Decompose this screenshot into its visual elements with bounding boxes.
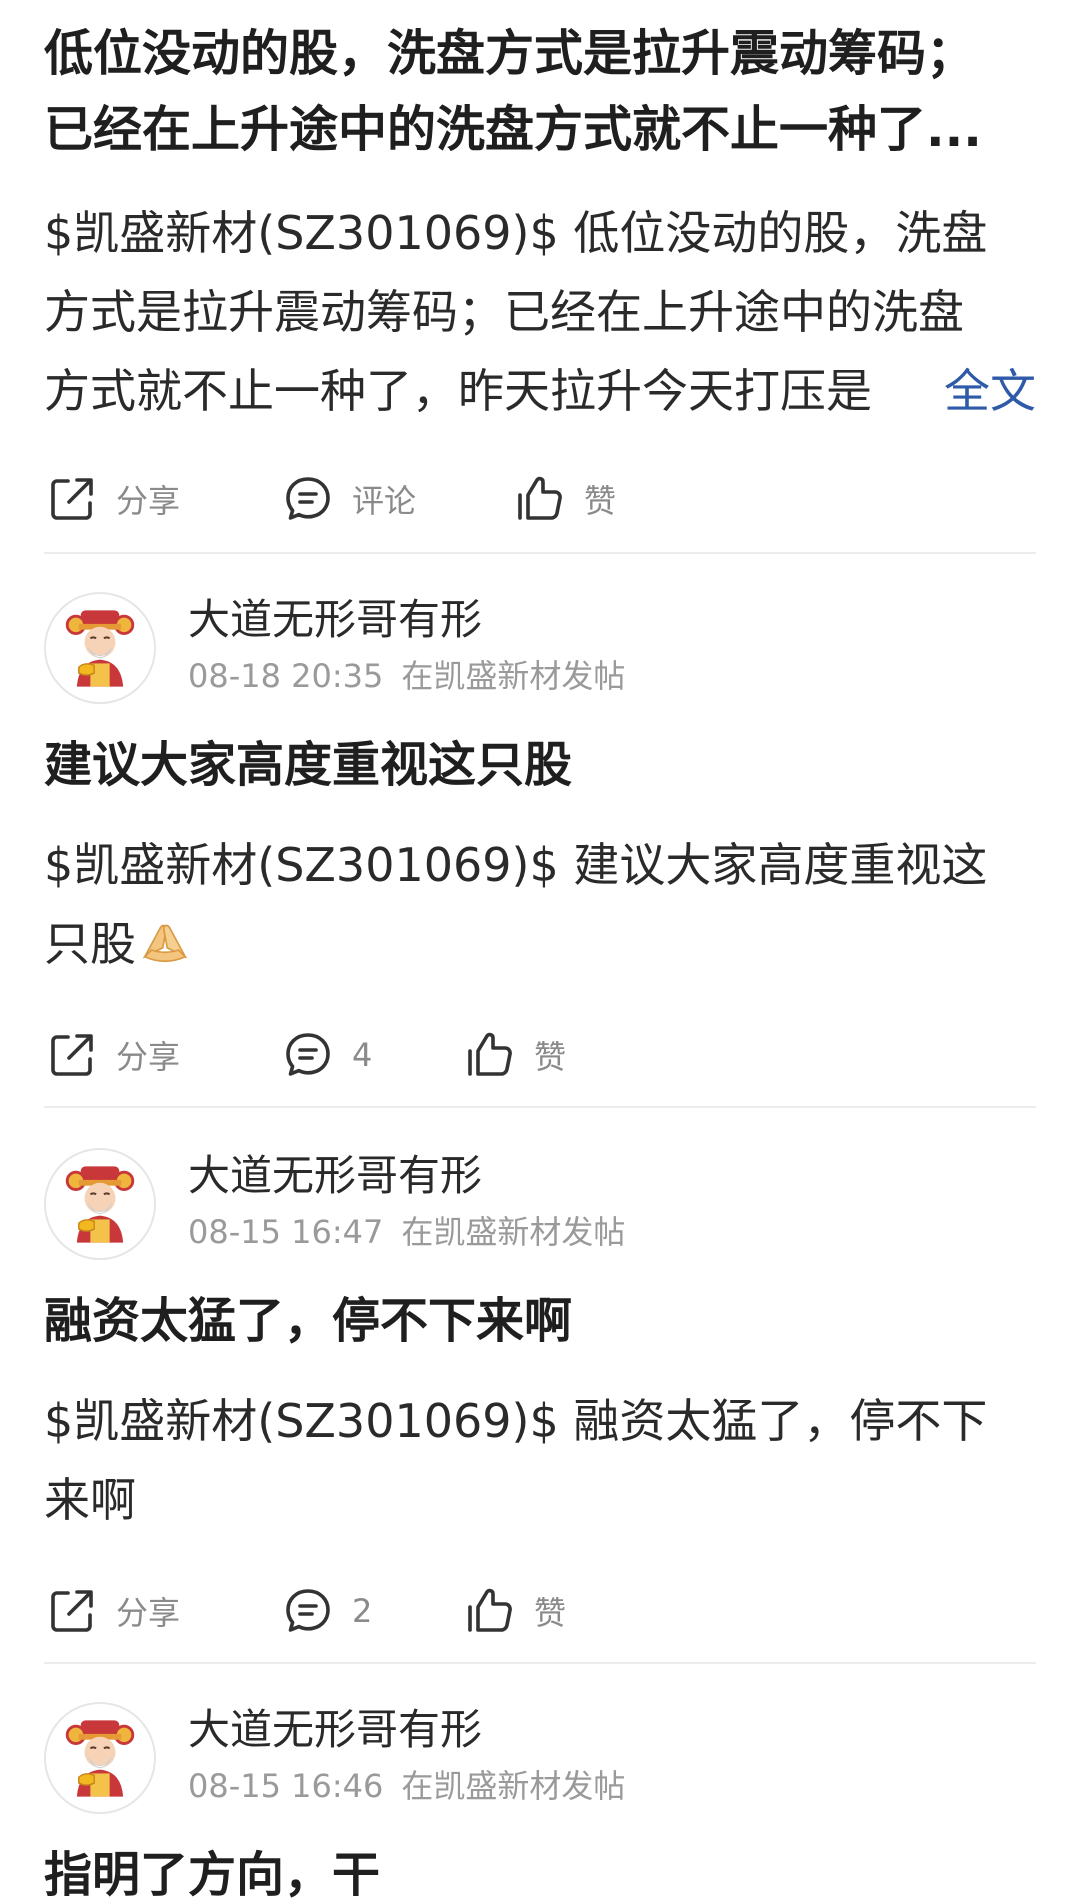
- share-button[interactable]: 分享: [44, 1020, 280, 1090]
- post-body-text: 方式就不止一种了，昨天拉升今天打压是: [44, 364, 872, 418]
- post-action-bar: 分享 评论 赞: [44, 464, 616, 534]
- post-title-line[interactable]: 已经在上升途中的洗盘方式就不止一种了...: [44, 92, 1036, 168]
- post-title-line[interactable]: 低位没动的股，洗盘方式是拉升震动筹码；: [44, 16, 1036, 92]
- avatar[interactable]: [44, 1148, 156, 1260]
- post-body-line-2: 只股: [44, 905, 1034, 984]
- post-meta: 08-18 20:35 在凯盛新材发帖: [188, 654, 625, 698]
- comment-label: 评论: [352, 482, 417, 520]
- post-body-line: $凯盛新材(SZ301069)$ 建议大家高度重视这: [44, 838, 988, 892]
- post-feed: 低位没动的股，洗盘方式是拉升震动筹码； 已经在上升途中的洗盘方式就不止一种了..…: [0, 0, 1080, 1902]
- post-body-line: $凯盛新材(SZ301069)$ 低位没动的股，洗盘: [44, 206, 988, 260]
- comment-button[interactable]: 4: [280, 1020, 462, 1090]
- comment-icon: [280, 1583, 336, 1639]
- post-title[interactable]: 建议大家高度重视这只股: [44, 730, 1036, 800]
- thumbs-up-icon: [462, 1583, 518, 1639]
- post-action-bar: 分享 2 赞: [44, 1576, 566, 1646]
- comment-button[interactable]: 评论: [280, 464, 512, 534]
- post-body-line-truncated: 方式就不止一种了，昨天拉升今天打压是 全文: [44, 352, 1036, 431]
- avatar-image: [46, 1150, 154, 1258]
- share-icon: [44, 1583, 100, 1639]
- post-meta: 08-15 16:46 在凯盛新材发帖: [188, 1764, 625, 1808]
- post-title[interactable]: 指明了方向，干: [44, 1840, 1036, 1902]
- share-label: 分享: [116, 1594, 181, 1632]
- post-title[interactable]: 融资太猛了，停不下来啊: [44, 1286, 1036, 1356]
- like-button[interactable]: 赞: [462, 1020, 566, 1090]
- post-time: 08-15 16:47: [188, 1213, 384, 1251]
- praying-hands-emoji-icon: [138, 914, 192, 968]
- thumbs-up-icon: [462, 1027, 518, 1083]
- full-text-link[interactable]: 全文: [944, 364, 1036, 418]
- comment-icon: [280, 1027, 336, 1083]
- post-location[interactable]: 在凯盛新材发帖: [401, 1213, 625, 1251]
- author-name[interactable]: 大道无形哥有形: [188, 1148, 482, 1204]
- like-label: 赞: [534, 1594, 567, 1632]
- avatar[interactable]: [44, 592, 156, 704]
- like-label: 赞: [534, 1038, 567, 1076]
- post-divider: [44, 1662, 1036, 1664]
- post-location[interactable]: 在凯盛新材发帖: [401, 1767, 625, 1805]
- share-icon: [44, 1027, 100, 1083]
- full-text-fade: 全文: [874, 352, 1036, 431]
- post-body: $凯盛新材(SZ301069)$ 建议大家高度重视这 只股: [44, 826, 1034, 984]
- share-button[interactable]: 分享: [44, 464, 280, 534]
- thumbs-up-icon: [512, 471, 568, 527]
- post-meta: 08-15 16:47 在凯盛新材发帖: [188, 1210, 625, 1254]
- avatar[interactable]: [44, 1702, 156, 1814]
- post-time: 08-18 20:35: [188, 657, 384, 695]
- post-divider: [44, 552, 1036, 554]
- post-time: 08-15 16:46: [188, 1767, 384, 1805]
- post-body: $凯盛新材(SZ301069)$ 融资太猛了，停不下 来啊: [44, 1382, 1034, 1540]
- share-button[interactable]: 分享: [44, 1576, 280, 1646]
- share-label: 分享: [116, 1038, 181, 1076]
- share-icon: [44, 471, 100, 527]
- comment-count: 4: [352, 1036, 373, 1074]
- share-label: 分享: [116, 482, 181, 520]
- like-button[interactable]: 赞: [462, 1576, 566, 1646]
- comment-icon: [280, 471, 336, 527]
- comment-button[interactable]: 2: [280, 1576, 462, 1646]
- post-body-text: 只股: [44, 917, 136, 971]
- like-label: 赞: [584, 482, 617, 520]
- avatar-image: [46, 594, 154, 702]
- post-body-line: $凯盛新材(SZ301069)$ 融资太猛了，停不下: [44, 1394, 988, 1448]
- avatar-image: [46, 1704, 154, 1812]
- post-action-bar: 分享 4 赞: [44, 1020, 566, 1090]
- comment-count: 2: [352, 1592, 373, 1630]
- post-body-line: 方式是拉升震动筹码；已经在上升途中的洗盘: [44, 285, 964, 339]
- post-divider: [44, 1106, 1036, 1108]
- post-body-line: 来啊: [44, 1473, 136, 1527]
- like-button[interactable]: 赞: [512, 464, 616, 534]
- post-location[interactable]: 在凯盛新材发帖: [401, 657, 625, 695]
- author-name[interactable]: 大道无形哥有形: [188, 1702, 482, 1758]
- author-name[interactable]: 大道无形哥有形: [188, 592, 482, 648]
